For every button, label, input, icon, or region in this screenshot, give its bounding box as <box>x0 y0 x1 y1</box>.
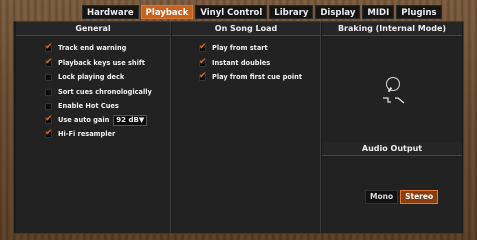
tab-vinyl-control[interactable]: Vinyl Control <box>195 5 268 19</box>
option-lock-playing-deck[interactable]: Lock playing deck <box>45 72 124 82</box>
braking-section: Braking (Internal Mode) <box>322 22 462 143</box>
option-instant-doubles[interactable]: Instant doubles <box>199 57 271 68</box>
tab-display[interactable]: Display <box>315 5 361 19</box>
option-label: Playback keys use shift <box>58 59 145 67</box>
option-label: Track end warning <box>58 44 127 52</box>
tab-bar: Hardware Playback Vinyl Control Library … <box>82 5 442 19</box>
audio-output-header: Audio Output <box>322 142 462 156</box>
checkbox[interactable] <box>199 71 207 81</box>
tab-hardware[interactable]: Hardware <box>82 5 139 19</box>
option-auto-gain[interactable]: Use auto gain 92 dB▼ <box>45 114 148 126</box>
brake-curve-icon <box>383 97 405 104</box>
audio-output-section: Audio Output <box>322 142 462 233</box>
option-hifi-resampler[interactable]: Hi-Fi resampler <box>45 128 116 139</box>
tab-plugins[interactable]: Plugins <box>396 5 442 19</box>
braking-header: Braking (Internal Mode) <box>322 22 462 36</box>
right-section: Braking (Internal Mode) Audio Output Mon… <box>322 22 462 233</box>
option-playback-keys-shift[interactable]: Playback keys use shift <box>45 57 145 68</box>
option-track-end-warning[interactable]: Track end warning <box>45 42 127 53</box>
checkbox[interactable] <box>199 57 207 67</box>
checkbox[interactable] <box>45 42 53 52</box>
option-sort-cues[interactable]: Sort cues chronologically <box>45 87 152 97</box>
tab-midi[interactable]: MIDI <box>362 5 395 19</box>
checkbox[interactable] <box>45 73 52 81</box>
option-label: Sort cues chronologically <box>58 88 152 96</box>
option-play-from-start[interactable]: Play from start <box>199 42 268 53</box>
stereo-button[interactable]: Stereo <box>400 190 439 204</box>
general-section: General Track end warning Playback keys … <box>16 22 171 233</box>
tab-playback[interactable]: Playback <box>140 5 194 19</box>
tab-library[interactable]: Library <box>269 5 314 19</box>
checkbox[interactable] <box>199 42 207 52</box>
checkbox[interactable] <box>45 88 52 96</box>
option-label: Play from start <box>212 44 268 52</box>
song-load-section: On Song Load Play from start Instant dou… <box>172 22 321 233</box>
audio-output-toggle: Mono Stereo <box>365 190 439 204</box>
checkbox[interactable] <box>45 128 53 138</box>
option-play-from-first-cue[interactable]: Play from first cue point <box>199 71 302 82</box>
option-label: Instant doubles <box>212 59 271 67</box>
option-label: Enable Hot Cues <box>58 102 119 110</box>
option-label: Use auto gain <box>58 116 110 124</box>
auto-gain-dropdown[interactable]: 92 dB▼ <box>113 114 148 126</box>
checkbox[interactable] <box>45 114 53 124</box>
braking-knob[interactable] <box>386 77 400 91</box>
option-label: Hi-Fi resampler <box>58 130 116 138</box>
preferences-panel: General Track end warning Playback keys … <box>13 21 464 234</box>
option-label: Lock playing deck <box>58 73 125 81</box>
checkbox[interactable] <box>45 102 52 110</box>
mono-button[interactable]: Mono <box>365 190 399 204</box>
option-label: Play from first cue point <box>212 73 302 81</box>
checkbox[interactable] <box>45 57 53 67</box>
song-load-header: On Song Load <box>172 22 320 36</box>
option-enable-hot-cues[interactable]: Enable Hot Cues <box>45 101 119 111</box>
general-header: General <box>16 22 170 36</box>
